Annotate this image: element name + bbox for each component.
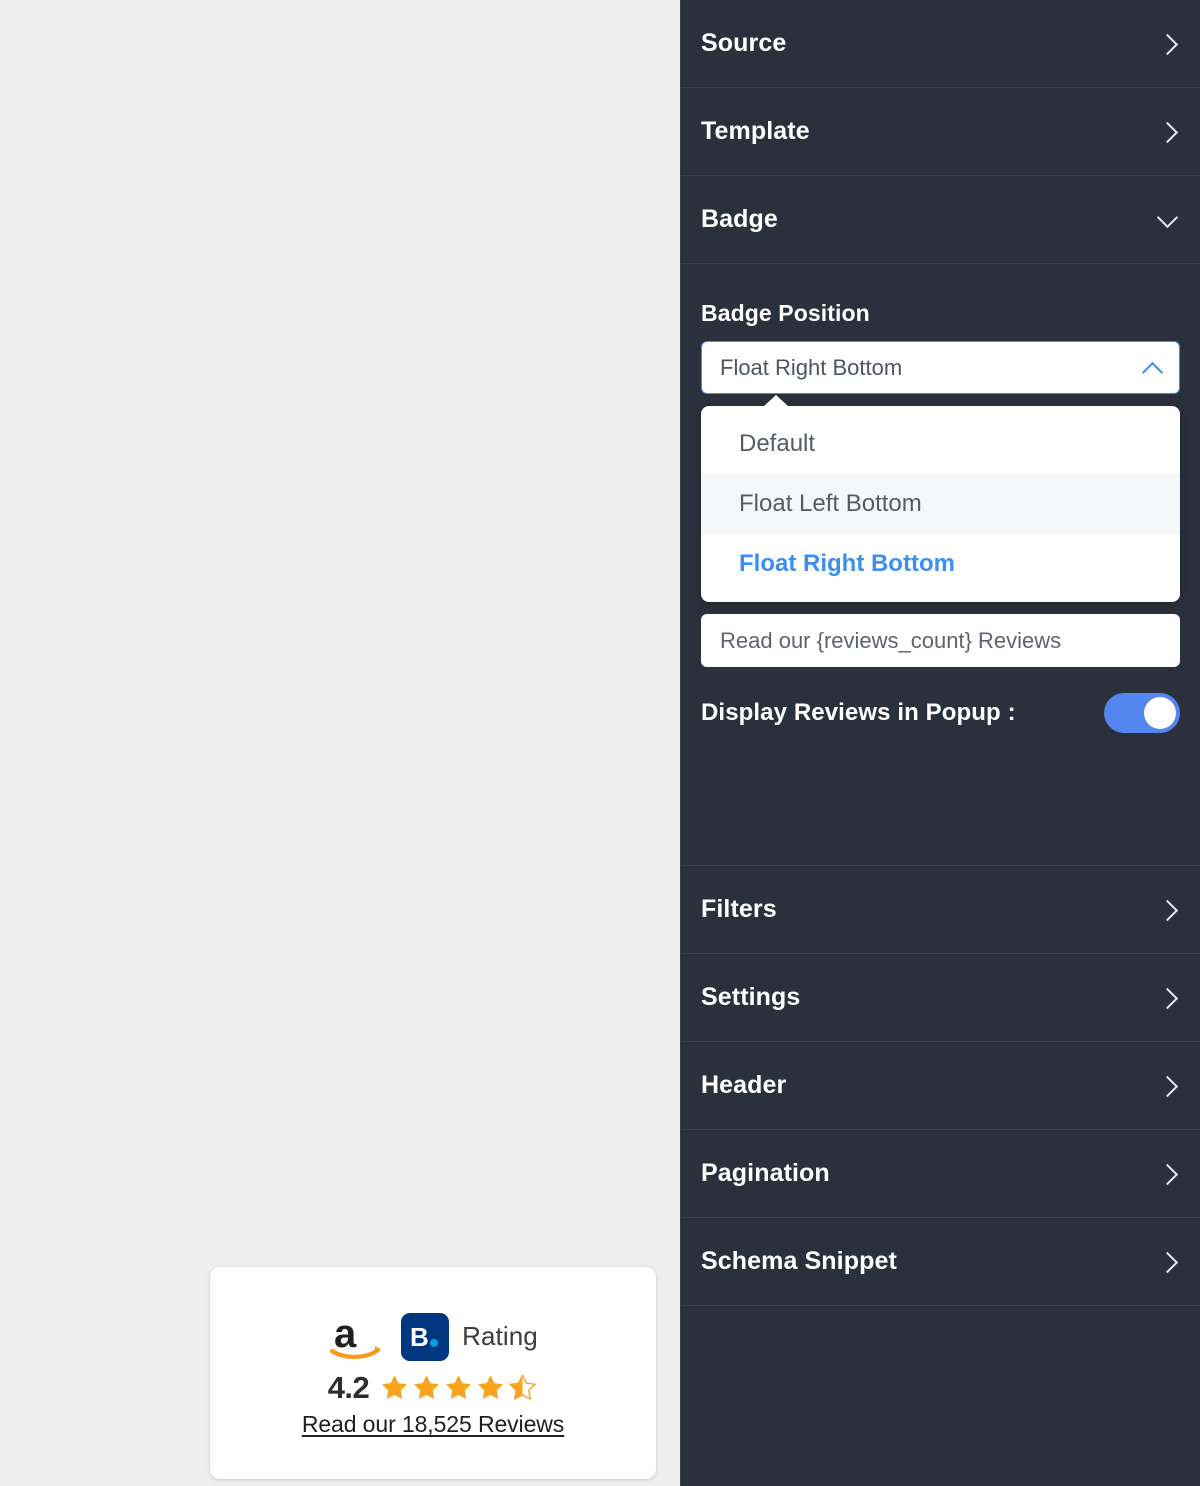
toggle-knob (1144, 697, 1176, 729)
badge-position-selected-value: Float Right Bottom (720, 354, 903, 380)
dropdown-option-label: Default (739, 430, 816, 457)
display-reviews-popup-label: Display Reviews in Popup : (701, 699, 1016, 726)
accordion-label-schema-snippet: Schema Snippet (701, 1247, 897, 1275)
chevron-right-icon[interactable] (1158, 1164, 1178, 1184)
badge-rating-label: Rating (462, 1321, 538, 1351)
badge-position-select[interactable]: Float Right Bottom (701, 341, 1180, 394)
accordion-label-badge: Badge (701, 205, 778, 233)
accordion-label-header: Header (701, 1071, 787, 1099)
badge-score-row: 4.2 (328, 1370, 539, 1406)
svg-text:a: a (334, 1313, 357, 1356)
review-badge-widget[interactable]: a B Rating 4.2 Read our 18,525 Reviews (210, 1267, 656, 1479)
star-icon-3 (446, 1374, 472, 1399)
dropdown-option-float-right-bottom[interactable]: Float Right Bottom (701, 534, 1180, 594)
star-icon-4 (478, 1374, 504, 1399)
display-reviews-popup-row: Display Reviews in Popup : (701, 693, 1180, 733)
dropdown-option-float-left-bottom[interactable]: Float Left Bottom (701, 474, 1180, 534)
chevron-right-icon[interactable] (1158, 1252, 1178, 1272)
accordion-label-filters: Filters (701, 895, 777, 923)
chevron-right-icon[interactable] (1158, 988, 1178, 1008)
accordion-row-template[interactable]: Template (681, 88, 1200, 176)
accordion-label-source: Source (701, 29, 787, 57)
accordion-label-template: Template (701, 117, 810, 145)
dropdown-option-label: Float Left Bottom (739, 490, 922, 517)
star-icon-half-5 (508, 1373, 537, 1400)
settings-panel: Source Template Badge Badge Position Flo… (680, 0, 1200, 1486)
badge-score-value: 4.2 (327, 1369, 370, 1405)
dropdown-option-default[interactable]: Default (701, 414, 1180, 474)
badge-position-label: Badge Position (701, 300, 870, 326)
badge-text-input[interactable] (701, 614, 1180, 667)
accordion-label-settings: Settings (701, 983, 801, 1011)
accordion-row-pagination[interactable]: Pagination (681, 1130, 1200, 1218)
chevron-down-icon[interactable] (1158, 210, 1178, 230)
accordion-row-settings[interactable]: Settings (681, 954, 1200, 1042)
accordion-row-filters[interactable]: Filters (681, 866, 1200, 954)
star-icon-1 (382, 1374, 408, 1399)
chevron-right-icon[interactable] (1158, 900, 1178, 920)
accordion-row-header[interactable]: Header (681, 1042, 1200, 1130)
badge-section-body: Badge Position Float Right Bottom Defaul… (681, 264, 1200, 866)
badge-reviews-link[interactable]: Read our 18,525 Reviews (302, 1411, 564, 1438)
accordion-label-pagination: Pagination (701, 1159, 830, 1187)
amazon-logo: a (328, 1312, 388, 1361)
chevron-right-icon[interactable] (1158, 122, 1178, 142)
booking-logo: B (401, 1312, 450, 1361)
chevron-right-icon[interactable] (1158, 34, 1178, 54)
preview-canvas: a B Rating 4.2 Read our 18,525 Reviews (0, 0, 680, 1486)
chevron-up-icon[interactable] (1143, 361, 1163, 375)
display-reviews-popup-toggle[interactable] (1104, 693, 1180, 733)
badge-star-rating (379, 1373, 538, 1403)
accordion-row-badge[interactable]: Badge (681, 176, 1200, 264)
accordion-row-schema-snippet[interactable]: Schema Snippet (681, 1218, 1200, 1306)
dropdown-option-label: Float Right Bottom (739, 550, 955, 577)
star-icon-2 (414, 1374, 440, 1399)
badge-logo-row: a B Rating (328, 1312, 538, 1361)
chevron-right-icon[interactable] (1158, 1076, 1178, 1096)
svg-text:B: B (410, 1322, 429, 1352)
accordion-row-source[interactable]: Source (681, 0, 1200, 88)
badge-position-dropdown: Default Float Left Bottom Float Right Bo… (701, 395, 1180, 602)
